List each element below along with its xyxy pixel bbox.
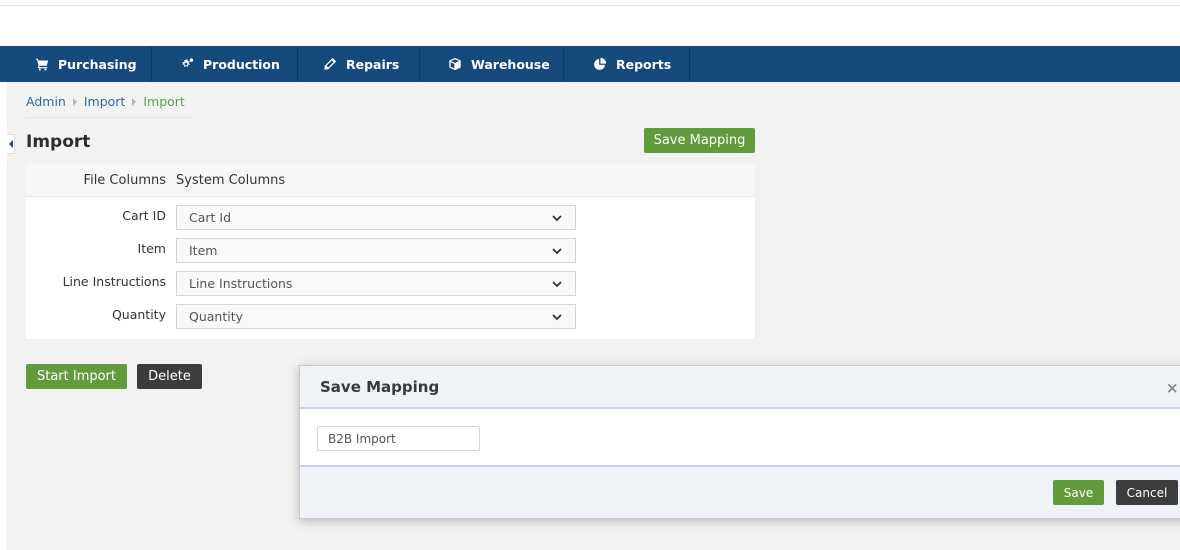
nav-warehouse[interactable]: Warehouse: [420, 46, 564, 82]
mapping-row: Item Item: [26, 230, 755, 263]
box-icon: [447, 56, 463, 72]
nav-repairs-label: Repairs: [346, 56, 400, 72]
chevron-down-icon: [551, 245, 563, 257]
pie-chart-icon: [592, 56, 608, 72]
gears-icon: [179, 56, 195, 72]
chevron-down-icon: [551, 311, 563, 323]
nav-reports-label: Reports: [616, 56, 672, 72]
system-columns-header: System Columns: [176, 173, 286, 188]
caret-left-icon: [8, 140, 13, 148]
select-value: Cart Id: [189, 210, 232, 225]
select-value: Item: [189, 243, 218, 258]
close-icon[interactable]: ×: [1166, 379, 1179, 397]
file-column-label: Item: [137, 241, 166, 256]
caret-right-icon: [132, 97, 137, 106]
nav-production-label: Production: [203, 56, 280, 72]
nav-warehouse-label: Warehouse: [471, 56, 550, 72]
select-value: Line Instructions: [189, 276, 293, 291]
nav-reports[interactable]: Reports: [564, 46, 690, 82]
chevron-down-icon: [551, 278, 563, 290]
start-import-button[interactable]: Start Import: [26, 364, 127, 389]
breadcrumb-import[interactable]: Import: [84, 94, 126, 109]
dialog-header: Save Mapping ×: [300, 366, 1180, 409]
caret-right-icon: [72, 97, 77, 106]
save-mapping-dialog: Save Mapping × Save Cancel: [299, 365, 1180, 519]
dialog-title: Save Mapping: [320, 378, 440, 396]
cart-icon: [34, 56, 50, 72]
mapping-name-input[interactable]: [317, 426, 480, 451]
sidebar-collapse-toggle[interactable]: [7, 134, 15, 154]
breadcrumb-admin[interactable]: Admin: [26, 94, 66, 109]
file-column-label: Cart ID: [122, 208, 166, 223]
system-column-select[interactable]: Quantity: [176, 304, 576, 329]
nav-purchasing[interactable]: Purchasing: [8, 46, 152, 82]
mapping-row: Cart ID Cart Id: [26, 197, 755, 230]
main-navbar: Purchasing Production Repairs Warehouse …: [0, 46, 1180, 82]
dialog-body: [300, 409, 1180, 467]
save-button[interactable]: Save: [1053, 480, 1104, 505]
system-column-select[interactable]: Item: [176, 238, 576, 263]
file-column-label: Line Instructions: [62, 274, 166, 289]
nav-purchasing-label: Purchasing: [58, 56, 137, 72]
wrench-icon: [322, 56, 338, 72]
file-column-label: Quantity: [111, 307, 166, 322]
breadcrumb: Admin Import Import: [26, 94, 192, 118]
select-value: Quantity: [189, 309, 244, 324]
column-mapping-table: File Columns System Columns Cart ID Cart…: [26, 164, 755, 339]
mapping-row: Line Instructions Line Instructions: [26, 263, 755, 296]
delete-button[interactable]: Delete: [137, 364, 202, 389]
nav-production[interactable]: Production: [152, 46, 298, 82]
save-mapping-button[interactable]: Save Mapping: [644, 128, 755, 153]
top-header: [0, 5, 1180, 51]
chevron-down-icon: [551, 212, 563, 224]
cancel-button[interactable]: Cancel: [1116, 480, 1178, 505]
page-title: Import: [26, 132, 91, 152]
nav-repairs[interactable]: Repairs: [298, 46, 420, 82]
system-column-select[interactable]: Line Instructions: [176, 271, 576, 296]
dialog-footer: Save Cancel: [300, 467, 1180, 518]
system-column-select[interactable]: Cart Id: [176, 205, 576, 230]
breadcrumb-current: Import: [143, 94, 185, 109]
file-columns-header: File Columns: [83, 173, 166, 188]
mapping-row: Quantity Quantity: [26, 296, 755, 329]
mapping-table-header: File Columns System Columns: [26, 164, 755, 197]
